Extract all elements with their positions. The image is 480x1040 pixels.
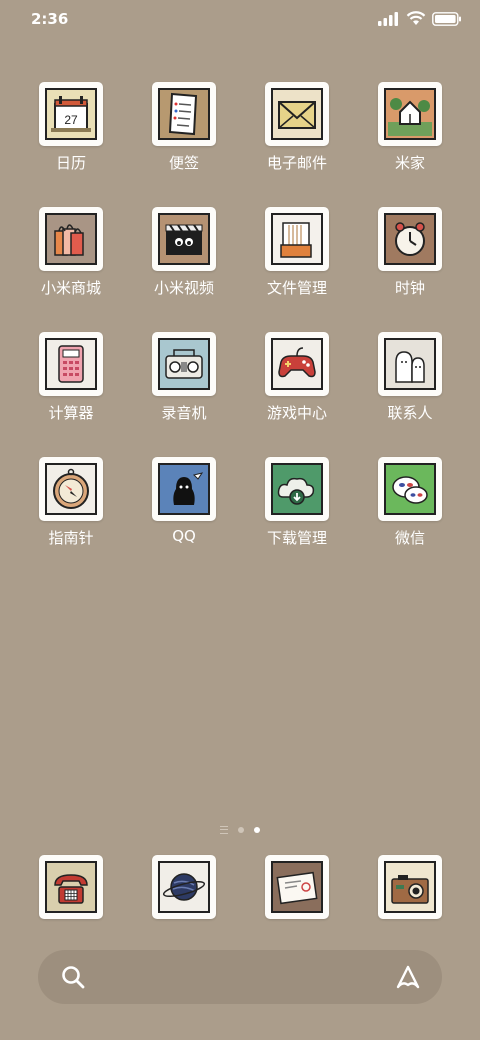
app-label: 联系人: [387, 404, 433, 422]
app-label: 便签: [168, 154, 199, 172]
app-recorder[interactable]: 录音机: [129, 332, 239, 423]
wechat-icon: [378, 457, 442, 521]
app-file-manager[interactable]: 文件管理: [242, 207, 352, 298]
signal-icon: [378, 11, 398, 26]
wifi-icon: [406, 11, 426, 25]
notes-icon: [152, 82, 216, 146]
app-clock[interactable]: 时钟: [355, 207, 465, 298]
app-label: 下载管理: [266, 529, 327, 547]
messages-envelope-icon: [265, 855, 329, 919]
mail-icon: [265, 82, 329, 146]
search-bar[interactable]: [38, 950, 442, 1004]
app-qq[interactable]: QQ: [129, 457, 239, 545]
radio-recorder-icon: [152, 332, 216, 396]
calendar-day: 27: [64, 113, 78, 127]
app-label: 米家: [394, 154, 425, 172]
search-icon[interactable]: [60, 964, 86, 990]
status-time: 2:36: [31, 10, 69, 28]
app-game-center[interactable]: 游戏中心: [242, 332, 352, 423]
calculator-icon: [39, 332, 103, 396]
app-mi-video[interactable]: 小米视频: [129, 207, 239, 298]
app-label: 游戏中心: [266, 404, 327, 422]
status-icons: [378, 11, 462, 26]
calendar-icon: 27: [39, 82, 103, 146]
dock-browser[interactable]: [129, 855, 239, 919]
app-label: 微信: [394, 529, 425, 547]
app-wechat[interactable]: 微信: [355, 457, 465, 548]
status-bar: 2:36: [0, 0, 480, 40]
app-label: 小米商城: [40, 279, 101, 297]
app-label: 小米视频: [153, 279, 214, 297]
app-calculator[interactable]: 计算器: [16, 332, 126, 423]
app-notes[interactable]: 便签: [129, 82, 239, 173]
app-email[interactable]: 电子邮件: [242, 82, 352, 173]
app-label: QQ: [172, 527, 196, 545]
app-label: 日历: [55, 154, 86, 172]
app-download-manager[interactable]: 下载管理: [242, 457, 352, 548]
camera-icon: [378, 855, 442, 919]
dock-messages[interactable]: [242, 855, 352, 919]
app-mi-store[interactable]: 小米商城: [16, 207, 126, 298]
contacts-ghost-icon: [378, 332, 442, 396]
dock: [0, 855, 480, 927]
alarm-clock-icon: [378, 207, 442, 271]
assistant-icon[interactable]: [394, 963, 422, 991]
app-label: 时钟: [394, 279, 425, 297]
gamepad-icon: [265, 332, 329, 396]
page-dot-1[interactable]: [238, 827, 244, 833]
battery-icon: [432, 11, 461, 26]
dock-phone[interactable]: [16, 855, 126, 919]
app-label: 指南针: [48, 529, 94, 547]
app-mihome[interactable]: 米家: [355, 82, 465, 173]
video-clapper-icon: [152, 207, 216, 271]
shopping-bags-icon: [39, 207, 103, 271]
page-indicator-menu[interactable]: [220, 826, 228, 834]
page-indicator[interactable]: [0, 824, 480, 836]
file-folder-icon: [265, 207, 329, 271]
download-cloud-icon: [265, 457, 329, 521]
qq-penguin-icon: [152, 457, 216, 521]
app-label: 文件管理: [266, 279, 327, 297]
compass-icon: [39, 457, 103, 521]
app-label: 计算器: [48, 404, 94, 422]
app-label: 录音机: [161, 404, 207, 422]
app-compass[interactable]: 指南针: [16, 457, 126, 548]
phone-icon: [39, 855, 103, 919]
app-calendar[interactable]: 27 日历: [16, 82, 126, 173]
page-dot-2-active[interactable]: [254, 827, 260, 833]
app-contacts[interactable]: 联系人: [355, 332, 465, 423]
dock-camera[interactable]: [355, 855, 465, 919]
browser-planet-icon: [152, 855, 216, 919]
home-icon: [378, 82, 442, 146]
app-label: 电子邮件: [266, 154, 327, 172]
